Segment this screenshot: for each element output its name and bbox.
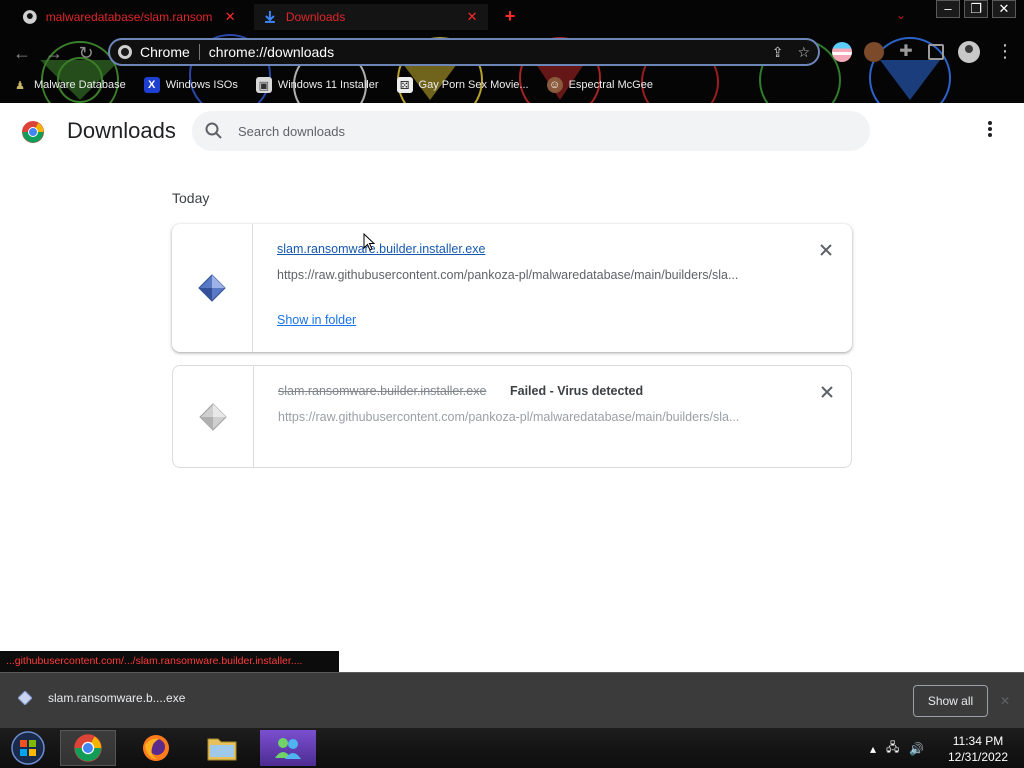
file-icon-column [172,224,253,352]
tab-downloads[interactable]: Downloads ✕ [254,4,488,30]
tab-search-icon[interactable]: ⌄ [896,8,906,22]
download-icon [264,11,275,23]
site-name: Chrome [140,44,190,60]
search-input[interactable] [238,123,838,139]
bookmark-label: Malware Database [34,79,126,91]
firefox-icon [143,735,169,761]
reload-icon[interactable]: ↻ [74,42,98,64]
taskbar-chrome[interactable] [60,730,116,766]
system-tray: ▴ 🖧 🔊 [870,738,924,759]
volume-icon[interactable]: 🔊 [909,742,924,756]
chrome-logo-icon [74,734,102,762]
file-name-text: slam.ransomware.builder.installer.exe [278,384,487,398]
download-item-completed: slam.ransomware.builder.installer.exe ht… [172,224,852,352]
executable-file-icon [198,274,226,302]
search-downloads-bar[interactable] [192,111,870,151]
address-bar[interactable]: Chrome chrome://downloads ⇪ ☆ [108,38,820,66]
shelf-file-name: slam.ransomware.b....exe [48,691,186,705]
start-button[interactable] [4,730,52,766]
url-text: chrome://downloads [208,44,335,60]
close-shelf-icon[interactable]: ✕ [1000,694,1010,708]
bookmark-windows-isos[interactable]: X Windows ISOs [143,77,238,93]
divider [198,44,200,60]
taskbar: ▴ 🖧 🔊 11:34 PM 12/31/2022 [0,728,1024,768]
tab-malwaredatabase[interactable]: malwaredatabase/slam.ransomwa ✕ [14,4,246,30]
executable-file-icon [199,402,227,431]
extension-avatar-icon[interactable] [864,42,884,62]
mouse-cursor-icon [363,233,375,251]
tab-strip: malwaredatabase/slam.ransomwa ✕ Download… [0,0,1024,34]
bookmark-label: Espectral McGee [568,79,653,91]
x-logo-icon: X [143,77,160,93]
clock-time: 11:34 PM [952,734,1004,748]
clock-date: 12/31/2022 [947,750,1009,764]
bookmark-espectral-mcgee[interactable]: ☺ Espectral McGee [546,77,653,93]
taskbar-file-explorer[interactable] [194,730,250,766]
bookmark-malware-database[interactable]: ♟ Malware Database [12,77,126,93]
tab-title: malwaredatabase/slam.ransomwa [45,10,213,24]
omnibox-actions: ⇪ ☆ [772,44,810,61]
executable-file-icon [18,691,32,705]
close-window-button[interactable]: ✕ [992,0,1016,18]
show-all-button[interactable]: Show all [913,685,988,717]
profile-icon[interactable] [958,41,980,63]
share-icon[interactable]: ⇪ [772,44,784,61]
shelf-download-item[interactable]: slam.ransomware.b....exe [18,691,185,705]
window-controls: – ❐ ✕ [932,0,1016,18]
new-tab-button[interactable]: + [500,6,520,27]
date-section-label: Today [172,190,210,206]
github-icon [22,10,37,24]
browser-chrome: malwaredatabase/slam.ransomwa ✕ Download… [0,0,1024,103]
show-hidden-icons-icon[interactable]: ▴ [870,742,876,756]
download-status: Failed - Virus detected [510,384,644,398]
download-item-failed: slam.ransomware.builder.installer.exe Fa… [172,365,852,468]
minimize-button[interactable]: – [936,0,960,18]
more-actions-icon[interactable] [982,121,998,141]
person-icon: ♟ [15,79,25,92]
star-icon[interactable]: ☆ [797,44,810,61]
bookmark-label: Gay Porn Sex Movie... [418,79,529,91]
file-icon-column [173,366,254,467]
search-icon [205,122,222,139]
side-panel-icon[interactable] [928,44,944,60]
restore-button[interactable]: ❐ [964,0,988,18]
downloads-header: Downloads [0,103,1024,159]
taskbar-firefox[interactable] [128,730,184,766]
show-in-folder-link[interactable]: Show in folder [277,313,356,327]
extensions-puzzle-icon[interactable]: ✚ [896,42,916,62]
chrome-logo-icon [22,121,44,143]
avatar-icon: ☺ [546,77,563,93]
download-shelf: slam.ransomware.b....exe Show all ✕ [0,672,1024,728]
folder-icon [207,738,237,761]
close-tab-icon[interactable]: ✕ [464,9,480,25]
site-chip: Chrome [118,44,190,60]
people-icon [275,738,301,759]
file-name-link[interactable]: slam.ransomware.builder.installer.exe [277,242,485,256]
bookmark-label: Windows ISOs [165,79,238,91]
back-icon[interactable]: ← [10,42,34,64]
link-status-bubble: ...githubusercontent.com/.../slam.ransom… [0,651,339,672]
extension-flag-icon[interactable] [832,42,852,62]
taskbar-messenger[interactable] [260,730,316,766]
network-icon[interactable]: 🖧 [886,738,899,759]
page-title: Downloads [67,118,176,143]
bookmark-windows-11-installer[interactable]: ▣ Windows 11 Installer [255,77,379,93]
file-source-url[interactable]: https://raw.githubusercontent.com/pankoz… [278,410,778,424]
remove-from-list-icon[interactable] [818,242,834,258]
browser-menu-icon[interactable]: ⋮ [996,42,1014,60]
forward-icon[interactable]: → [42,42,66,64]
windows-start-icon [11,731,45,765]
bookmark-movie[interactable]: ⚄ Gay Porn Sex Movie... [396,77,529,93]
remove-from-list-icon[interactable] [819,384,835,400]
dice-icon: ⚄ [396,77,413,93]
tab-title: Downloads [285,10,346,24]
close-tab-icon[interactable]: ✕ [222,9,238,25]
image-icon: ▣ [255,77,272,93]
toolbar: ← → ↻ Chrome chrome://downloads ⇪ ☆ ✚ ⋮ [0,36,1024,70]
bookmark-label: Windows 11 Installer [277,79,379,91]
clock[interactable]: 11:34 PM 12/31/2022 [940,733,1016,765]
file-source-url[interactable]: https://raw.githubusercontent.com/pankoz… [277,268,777,282]
chrome-icon [118,45,132,59]
bookmarks-bar: ♟ Malware Database X Windows ISOs ▣ Wind… [0,72,1024,98]
